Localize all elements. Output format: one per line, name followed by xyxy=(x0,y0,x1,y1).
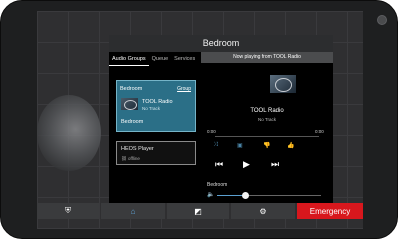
home-icon: ⌂ xyxy=(130,206,136,216)
volume-icon[interactable]: 🔈 xyxy=(207,191,214,198)
device-status-text: offline xyxy=(127,156,140,161)
queue-icon[interactable]: ▣ xyxy=(237,142,243,149)
tablet-frame: Bedroom Audio Groups Queue Services Bedr… xyxy=(0,0,398,239)
remaining-time: 0:00 xyxy=(315,129,324,134)
camera-preview xyxy=(37,95,101,171)
room-dialog: Bedroom Audio Groups Queue Services Bedr… xyxy=(109,35,333,203)
shield-icon: ⛨ xyxy=(65,206,71,215)
security-button[interactable]: ⛨ xyxy=(37,203,99,219)
emergency-button[interactable]: Emergency xyxy=(297,203,363,219)
shuffle-icon[interactable]: ⤨ xyxy=(213,142,218,149)
volume-slider[interactable] xyxy=(217,192,321,199)
album-art-thumbnail xyxy=(121,98,138,110)
group-member: Bedroom xyxy=(121,119,144,125)
device-card[interactable]: HEOS Player ⛓ offline xyxy=(116,141,196,165)
group-card[interactable]: Bedroom Group TOOL Radio No Track Bedroo… xyxy=(116,80,196,132)
now-playing-title: TOOL Radio xyxy=(250,108,284,114)
track-subtitle: No Track xyxy=(142,106,161,111)
device-name: HEOS Player xyxy=(121,146,154,152)
progress-bar[interactable] xyxy=(215,136,319,137)
skip-back-icon[interactable]: ⏮ xyxy=(215,159,223,170)
screen: Bedroom Audio Groups Queue Services Bedr… xyxy=(37,11,363,229)
camera-icon xyxy=(377,15,387,25)
device-status: ⛓ offline xyxy=(121,156,140,162)
home-button[interactable]: ⌂ xyxy=(101,203,165,219)
volume-slider-thumb[interactable] xyxy=(241,192,249,199)
tab-audio-groups[interactable]: Audio Groups xyxy=(109,52,149,66)
now-playing-banner: Now playing from TOOL Radio xyxy=(201,52,333,63)
skip-forward-icon[interactable]: ⏭ xyxy=(271,159,279,170)
now-playing-subtitle: No Track xyxy=(257,117,276,122)
tab-bar: Audio Groups Queue Services xyxy=(109,52,201,66)
album-art xyxy=(270,75,296,93)
scenes-button[interactable]: ◩ xyxy=(167,203,229,219)
elapsed-time: 0:00 xyxy=(207,129,216,134)
thumbs-up-icon[interactable]: 👍 xyxy=(287,142,294,149)
group-button[interactable]: Group xyxy=(177,86,191,92)
link-icon: ⛓ xyxy=(121,156,128,161)
play-icon[interactable]: ▶ xyxy=(243,159,250,170)
volume-zone-label: Bedroom xyxy=(207,182,228,188)
thumbs-down-icon[interactable]: 👎 xyxy=(263,142,270,149)
volume-slider-fill xyxy=(217,195,246,196)
tab-queue[interactable]: Queue xyxy=(149,52,172,66)
settings-button[interactable]: ⚙ xyxy=(231,203,295,219)
track-title: TOOL Radio xyxy=(142,99,173,105)
tab-services[interactable]: Services xyxy=(171,52,198,66)
gear-icon: ⚙ xyxy=(259,206,267,216)
dialog-title: Bedroom xyxy=(109,35,333,52)
scene-icon: ◩ xyxy=(194,206,202,216)
bottom-bar: ⛨ ⌂ ◩ ⚙ Emergency xyxy=(37,203,363,219)
